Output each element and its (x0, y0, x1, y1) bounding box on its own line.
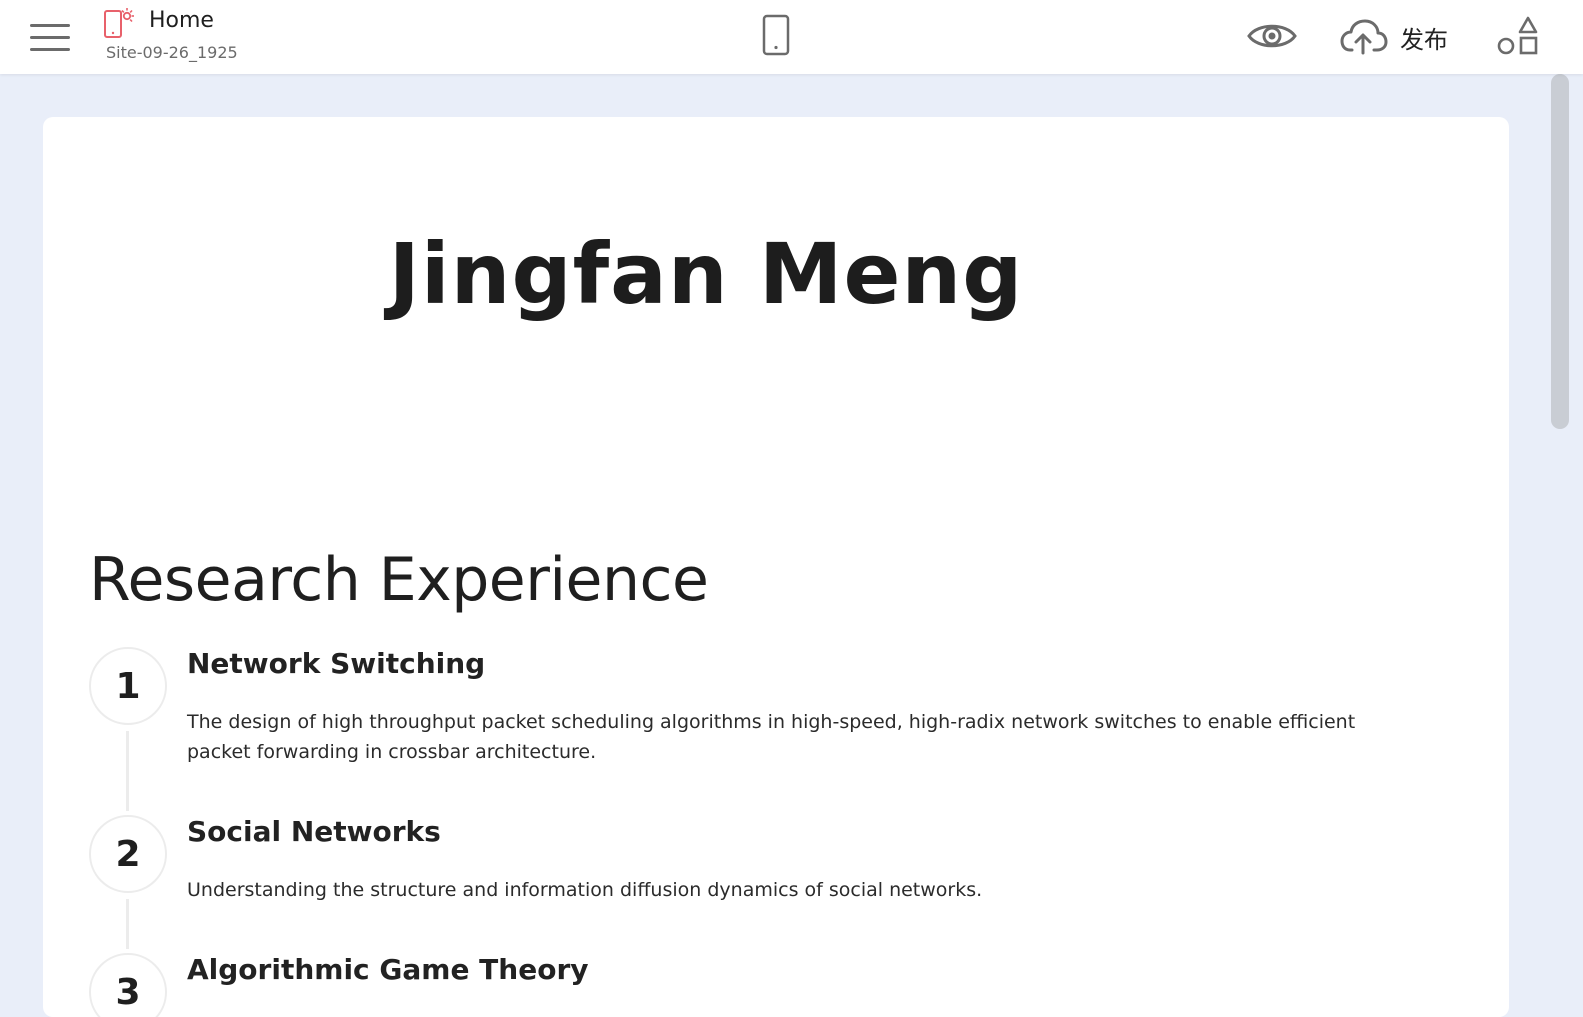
mobile-phone-icon (762, 14, 790, 56)
mobile-view-button[interactable] (762, 14, 790, 56)
hamburger-menu-button[interactable] (28, 20, 72, 56)
add-elements-button[interactable] (1494, 16, 1542, 58)
timeline-item-title[interactable]: Algorithmic Game Theory (187, 953, 589, 986)
step-number-badge: 1 (89, 647, 167, 725)
hero-title[interactable]: Jingfan Meng (43, 225, 1509, 323)
section-heading[interactable]: Research Experience (89, 545, 709, 615)
timeline-connector (126, 899, 129, 949)
publish-label: 发布 (1400, 25, 1448, 54)
publish-button[interactable]: 发布 (1340, 16, 1448, 58)
scrollbar-thumb[interactable] (1551, 74, 1569, 429)
cloud-upload-icon (1340, 19, 1388, 55)
preview-button[interactable] (1246, 18, 1298, 54)
site-name: Site-09-26_1925 (106, 43, 238, 62)
current-page-name[interactable]: Home (149, 8, 214, 33)
timeline-item-description[interactable]: The design of high throughput packet sch… (187, 707, 1407, 767)
top-toolbar: Home Site-09-26_1925 发布 (0, 0, 1583, 74)
timeline-item-description[interactable]: Understanding the structure and informat… (187, 875, 1407, 905)
timeline-item-title[interactable]: Social Networks (187, 815, 441, 848)
shapes-icon (1497, 16, 1538, 55)
eye-icon (1247, 24, 1297, 48)
site-builder-logo-icon (103, 6, 137, 40)
step-number-badge: 3 (89, 953, 167, 1017)
step-number-badge: 2 (89, 815, 167, 893)
timeline-connector (126, 731, 129, 811)
page-canvas[interactable]: Jingfan Meng Research Experience 1 Netwo… (43, 117, 1509, 1017)
hamburger-icon (30, 24, 70, 51)
timeline-item-title[interactable]: Network Switching (187, 647, 485, 680)
